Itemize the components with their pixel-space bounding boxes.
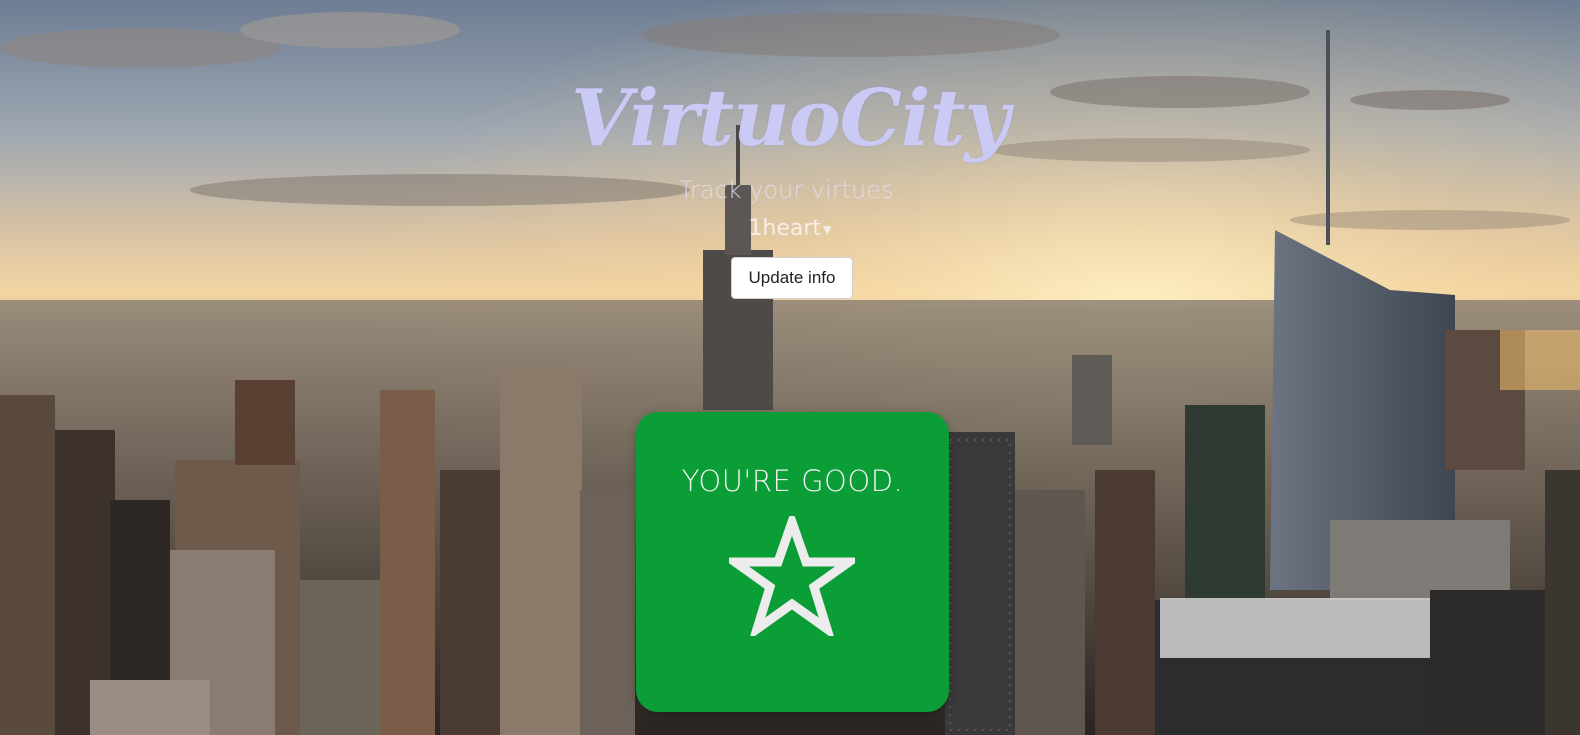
tagline: Track your virtues. <box>678 176 902 204</box>
update-info-button[interactable]: Update info <box>731 257 853 299</box>
page: VirtuoCity Track your virtues. 1heart ▾ U… <box>0 0 1580 735</box>
status-message: YOU'RE GOOD. <box>681 464 904 498</box>
virtue-dropdown[interactable]: 1heart ▾ <box>0 216 1580 241</box>
star-outline-icon <box>729 516 855 636</box>
virtue-dropdown-value: 1heart <box>748 216 822 241</box>
triangle-down-icon: ▾ <box>823 220 832 240</box>
app-title: VirtuoCity <box>571 73 1010 164</box>
status-card: YOU'RE GOOD. <box>636 412 949 712</box>
